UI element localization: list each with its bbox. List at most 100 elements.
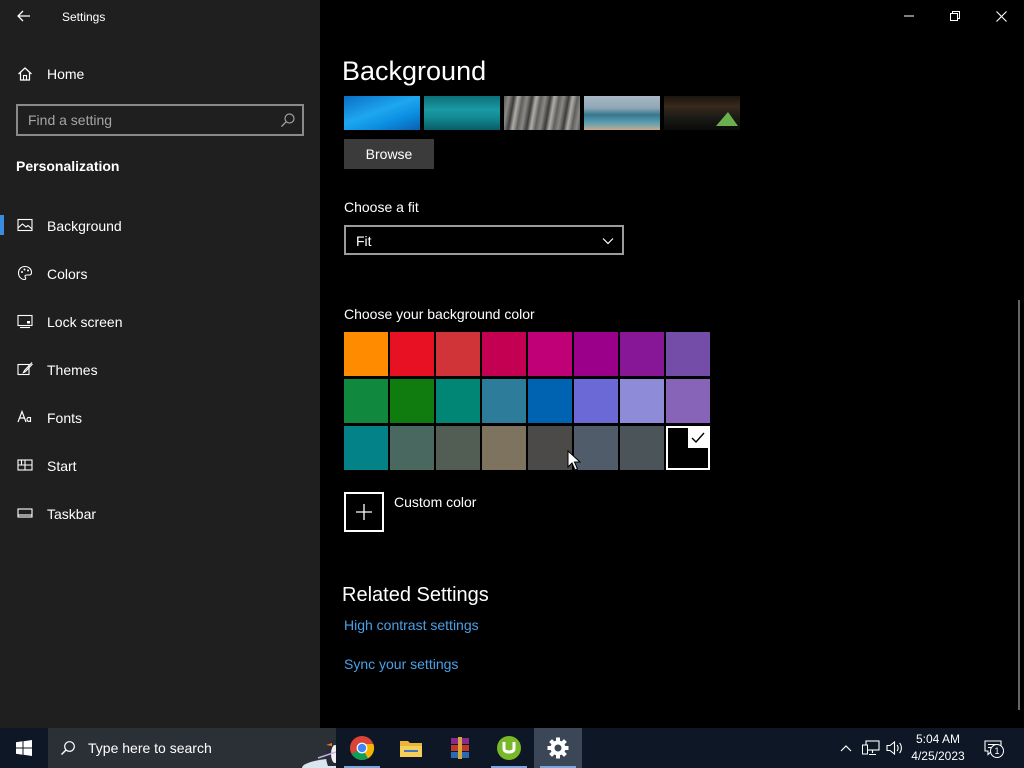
color-swatch[interactable] [390, 332, 434, 376]
taskbar-utorrent[interactable] [485, 728, 533, 768]
sidebar-home[interactable]: Home [0, 60, 320, 88]
color-swatch[interactable] [482, 379, 526, 423]
recent-image-1[interactable] [344, 96, 420, 130]
color-swatch[interactable] [390, 379, 434, 423]
sidebar-item-background[interactable]: Background [0, 205, 320, 245]
taskbar-settings[interactable] [534, 728, 582, 768]
restore-button[interactable] [932, 0, 978, 32]
start-button[interactable] [0, 728, 48, 768]
color-swatch[interactable] [482, 332, 526, 376]
notification-count-badge: 1 [990, 744, 1004, 758]
volume-icon [886, 740, 902, 756]
windows-logo-icon [16, 740, 32, 756]
search-icon[interactable] [280, 112, 296, 128]
search-icon [61, 741, 75, 755]
scrollbar[interactable] [1018, 300, 1020, 710]
chrome-icon [350, 736, 375, 761]
taskbar-file-explorer[interactable] [387, 728, 435, 768]
custom-color-label: Custom color [394, 494, 477, 510]
taskbar-clock[interactable]: 5:04 AM 4/25/2023 [906, 730, 970, 766]
network-button[interactable] [860, 728, 882, 768]
clock-time: 5:04 AM [915, 732, 961, 746]
settings-sidebar: Settings Home Personalization Background… [0, 0, 320, 728]
winrar-icon [451, 737, 469, 759]
arrow-left-icon [17, 10, 30, 22]
color-swatch[interactable] [344, 332, 388, 376]
color-swatch[interactable] [436, 332, 480, 376]
color-swatch[interactable] [666, 379, 710, 423]
sidebar-item-fonts[interactable]: Fonts [0, 397, 320, 437]
restore-icon [950, 11, 960, 21]
volume-button[interactable] [884, 728, 906, 768]
recent-image-5[interactable] [664, 96, 740, 130]
fit-selected-value: Fit [356, 233, 372, 249]
picture-icon [17, 218, 33, 232]
chevron-down-icon [602, 238, 614, 245]
sidebar-item-label: Lock screen [47, 314, 123, 330]
find-setting-input[interactable] [28, 111, 268, 129]
color-swatch[interactable] [390, 426, 434, 470]
sidebar-item-label: Taskbar [47, 506, 97, 522]
color-swatch[interactable] [528, 426, 572, 470]
back-button[interactable] [14, 6, 34, 26]
taskbar: Type here to search 5:04 AM 4/25/2023 1 [0, 728, 1024, 768]
themes-brush-icon [17, 362, 33, 376]
sidebar-item-taskbar[interactable]: Taskbar [0, 493, 320, 533]
browse-button[interactable]: Browse [344, 139, 434, 169]
fonts-icon [17, 409, 32, 423]
sidebar-item-colors[interactable]: Colors [0, 253, 320, 293]
color-swatch[interactable] [482, 426, 526, 470]
sidebar-item-label: Colors [47, 266, 88, 282]
color-swatch[interactable] [666, 332, 710, 376]
home-icon [18, 67, 32, 81]
page-title: Background [342, 56, 487, 86]
color-swatch[interactable] [528, 379, 572, 423]
minimize-button[interactable] [886, 0, 932, 32]
color-swatch[interactable] [344, 379, 388, 423]
sync-settings-link[interactable]: Sync your settings [344, 656, 458, 672]
find-setting-search[interactable] [16, 104, 304, 136]
section-title: Personalization [16, 158, 120, 174]
background-color-label: Choose your background color [344, 306, 535, 322]
close-icon [995, 10, 1007, 22]
color-swatch[interactable] [620, 332, 664, 376]
recent-image-2[interactable] [424, 96, 500, 130]
sidebar-item-start[interactable]: Start [0, 445, 320, 485]
sidebar-item-label: Themes [47, 362, 98, 378]
color-swatch[interactable] [574, 379, 618, 423]
fit-dropdown[interactable]: Fit [344, 225, 624, 255]
close-button[interactable] [978, 0, 1024, 32]
color-swatch[interactable] [344, 426, 388, 470]
color-swatch-selected[interactable] [666, 426, 710, 470]
color-swatch[interactable] [528, 332, 572, 376]
app-title: Settings [62, 10, 106, 24]
sidebar-item-label: Start [47, 458, 77, 474]
recent-image-4[interactable] [584, 96, 660, 130]
taskbar-winrar[interactable] [436, 728, 484, 768]
recent-image-3[interactable] [504, 96, 580, 130]
taskbar-chrome[interactable] [338, 728, 386, 768]
high-contrast-link[interactable]: High contrast settings [344, 617, 479, 633]
custom-color-button[interactable] [344, 492, 384, 532]
taskbar-search-text: Type here to search [88, 740, 212, 756]
sidebar-item-lock-screen[interactable]: Lock screen [0, 301, 320, 341]
lock-screen-icon [17, 314, 33, 329]
sidebar-item-themes[interactable]: Themes [0, 349, 320, 389]
color-swatch[interactable] [620, 426, 664, 470]
color-swatch[interactable] [436, 379, 480, 423]
minimize-icon [904, 15, 914, 17]
action-center-button[interactable]: 1 [978, 728, 1008, 768]
color-swatch[interactable] [574, 332, 618, 376]
tent-glow [716, 112, 738, 126]
file-explorer-icon [400, 741, 422, 757]
notification-icon-wrap: 1 [984, 740, 1004, 758]
search-highlight-penguins-image [302, 740, 336, 768]
taskbar-search[interactable]: Type here to search [48, 728, 336, 768]
show-hidden-icons-button[interactable] [836, 728, 856, 768]
clock-date: 4/25/2023 [911, 749, 965, 763]
color-swatch[interactable] [436, 426, 480, 470]
utorrent-icon [497, 736, 521, 760]
settings-gear-icon [547, 737, 569, 759]
mouse-cursor-icon [567, 450, 581, 471]
color-swatch[interactable] [620, 379, 664, 423]
